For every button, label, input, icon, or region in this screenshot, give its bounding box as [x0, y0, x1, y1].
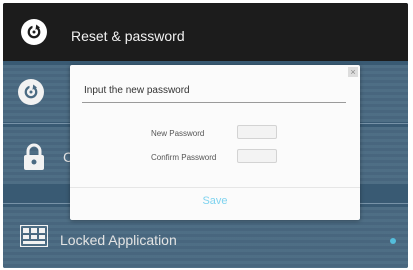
reset-icon[interactable]	[21, 19, 47, 45]
dialog-title: Input the new password	[84, 85, 190, 96]
new-password-field[interactable]	[237, 125, 277, 139]
dialog-divider	[82, 102, 346, 103]
app-header: Reset & password	[3, 3, 408, 61]
app-screen: Reset & password C Locked Application × …	[3, 3, 408, 268]
password-dialog: × Input the new password New Password Co…	[70, 65, 360, 220]
close-icon[interactable]: ×	[348, 67, 358, 77]
save-button[interactable]: Save	[188, 192, 242, 210]
dialog-divider	[70, 187, 360, 188]
confirm-password-label: Confirm Password	[151, 153, 217, 162]
confirm-password-field[interactable]	[237, 149, 277, 163]
page-title: Reset & password	[71, 28, 185, 44]
new-password-label: New Password	[151, 129, 205, 138]
